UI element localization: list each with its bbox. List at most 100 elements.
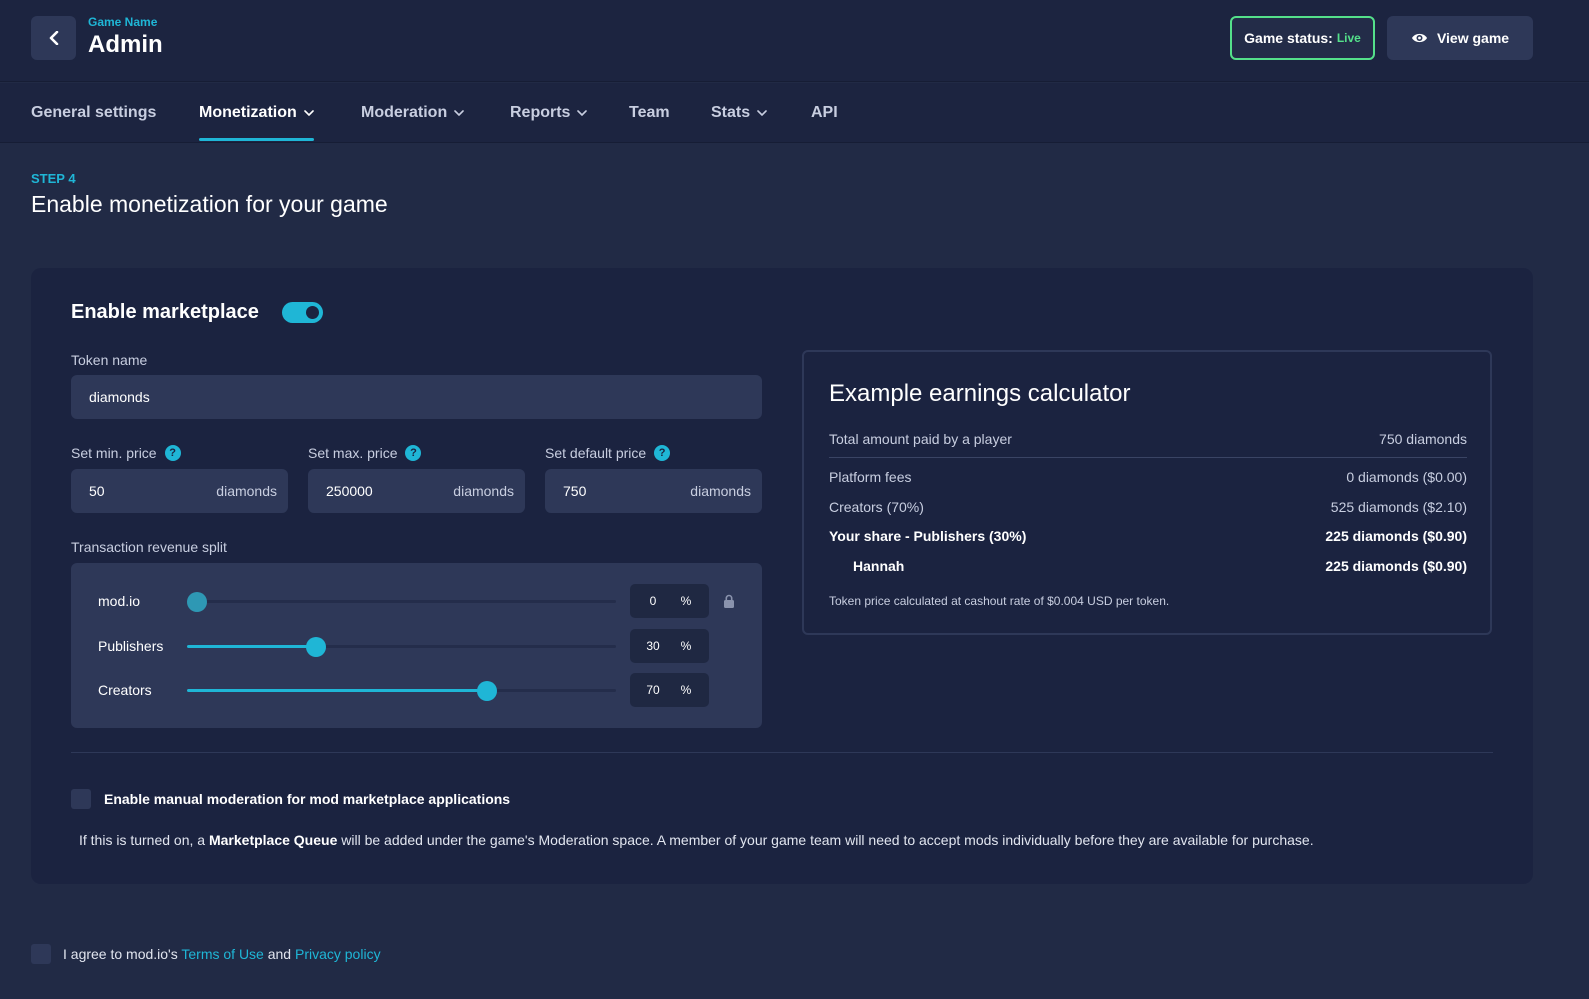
- split-row-modio: mod.io 0 %: [71, 584, 762, 618]
- max-price-unit: diamonds: [453, 483, 514, 499]
- slider-track[interactable]: [187, 592, 616, 612]
- split-name: Creators: [98, 682, 152, 698]
- manual-moderation-label: Enable manual moderation for mod marketp…: [104, 791, 511, 807]
- card-divider: [71, 752, 1493, 753]
- agree-prefix: I agree to mod.io's: [63, 946, 182, 962]
- max-price-label: Set max. price ?: [308, 445, 422, 461]
- min-price-label-text: Set min. price: [71, 445, 157, 461]
- min-price-unit: diamonds: [216, 483, 277, 499]
- toggle-knob: [306, 306, 319, 319]
- game-status-label: Game status:: [1244, 30, 1333, 46]
- token-name-input[interactable]: [89, 389, 689, 405]
- help-icon[interactable]: ?: [654, 445, 671, 461]
- slider-fill: [187, 645, 316, 648]
- calc-row-publishers: Your share - Publishers (30%) 225 diamon…: [829, 528, 1467, 544]
- calc-row-label: Total amount paid by a player: [829, 431, 1012, 447]
- page-title: Admin: [88, 31, 163, 58]
- tab-api[interactable]: API: [811, 83, 838, 143]
- view-game-label: View game: [1436, 30, 1510, 46]
- percent-field[interactable]: 70 %: [630, 673, 709, 707]
- default-price-label-text: Set default price: [545, 445, 647, 461]
- min-price-input[interactable]: [89, 483, 199, 499]
- slider-thumb[interactable]: [187, 592, 207, 612]
- help-icon[interactable]: ?: [405, 445, 422, 461]
- token-name-label: Token name: [71, 352, 147, 368]
- default-price-input[interactable]: [563, 483, 673, 499]
- chevron-down-icon: [454, 110, 465, 116]
- manual-moderation-checkbox[interactable]: [71, 789, 91, 809]
- desc-suffix: will be added under the game's Moderatio…: [337, 832, 1314, 848]
- calc-row-label: Platform fees: [829, 469, 912, 485]
- help-icon[interactable]: ?: [164, 445, 181, 461]
- agreement-text: I agree to mod.io's Terms of Use and Pri…: [63, 946, 381, 962]
- percent-field[interactable]: 0 %: [630, 584, 709, 618]
- tab-stats[interactable]: Stats: [711, 83, 767, 143]
- top-header: Game Name Admin Game status: Live View g…: [0, 0, 1589, 82]
- revenue-split-label-text: Transaction revenue split: [71, 539, 227, 555]
- tab-general-settings[interactable]: General settings: [31, 83, 156, 143]
- calc-row-label: Your share - Publishers (30%): [829, 528, 1027, 544]
- marketplace-title: Enable marketplace: [71, 301, 259, 323]
- calculator-note: Token price calculated at cashout rate o…: [829, 594, 1170, 608]
- calc-row-label: Creators (70%): [829, 499, 924, 515]
- game-name: Game Name: [88, 15, 158, 29]
- slider-track[interactable]: [187, 681, 616, 701]
- step-label: STEP 4: [31, 171, 76, 186]
- desc-bold: Marketplace Queue: [208, 832, 338, 848]
- terms-link[interactable]: Terms of Use: [181, 946, 263, 962]
- percent-field[interactable]: 30 %: [630, 629, 709, 663]
- tab-moderation[interactable]: Moderation: [361, 83, 465, 143]
- tab-label: Reports: [510, 104, 571, 121]
- chevron-down-icon: [577, 110, 588, 116]
- calculator-title: Example earnings calculator: [829, 380, 1131, 407]
- calc-row-hannah: Hannah 225 diamonds ($0.90): [829, 558, 1467, 574]
- calculator-total-row: Total amount paid by a player 750 diamon…: [829, 431, 1467, 447]
- eye-icon: [1411, 33, 1427, 43]
- slider-thumb[interactable]: [305, 637, 326, 657]
- calc-row-value: 225 diamonds ($0.90): [1325, 558, 1467, 574]
- revenue-split-label: Transaction revenue split: [71, 539, 227, 555]
- tab-label: Stats: [711, 104, 751, 121]
- slider-thumb[interactable]: [477, 681, 498, 701]
- percent-value: 0: [649, 594, 657, 608]
- tab-reports[interactable]: Reports: [510, 83, 588, 143]
- default-price-field[interactable]: diamonds: [545, 469, 762, 513]
- privacy-link[interactable]: Privacy policy: [295, 946, 381, 962]
- revenue-split-panel: mod.io 0 % Publishers 30 % Creators 70 %: [71, 563, 762, 728]
- chevron-left-icon: [49, 31, 58, 45]
- back-button[interactable]: [31, 16, 76, 60]
- slider-track[interactable]: [187, 637, 616, 657]
- min-price-label: Set min. price ?: [71, 445, 181, 461]
- default-price-unit: diamonds: [690, 483, 751, 499]
- split-name: Publishers: [98, 638, 164, 654]
- percent-value: 70: [646, 683, 660, 697]
- max-price-input[interactable]: [326, 483, 436, 499]
- earnings-calculator: Example earnings calculator Total amount…: [802, 350, 1492, 635]
- calc-row-creators: Creators (70%) 525 diamonds ($2.10): [829, 499, 1467, 515]
- calc-row-label: Hannah: [853, 558, 905, 574]
- marketplace-toggle[interactable]: [282, 302, 323, 323]
- lock-icon: [724, 594, 734, 608]
- view-game-button[interactable]: View game: [1387, 16, 1533, 60]
- token-name-label-text: Token name: [71, 352, 148, 368]
- percent-sign: %: [680, 683, 692, 697]
- max-price-field[interactable]: diamonds: [308, 469, 525, 513]
- default-price-label: Set default price ?: [545, 445, 671, 461]
- calc-row-value: 0 diamonds ($0.00): [1346, 469, 1467, 485]
- split-row-creators: Creators 70 %: [71, 673, 762, 707]
- calc-row-value: 750 diamonds: [1379, 431, 1467, 447]
- desc-prefix: If this is turned on, a: [79, 832, 209, 848]
- agree-and: and: [263, 946, 295, 962]
- token-name-field[interactable]: [71, 375, 762, 419]
- agree-checkbox[interactable]: [31, 944, 51, 964]
- main-nav: General settings Monetization Moderation…: [0, 83, 1589, 143]
- calc-row-value: 525 diamonds ($2.10): [1330, 499, 1467, 515]
- tab-monetization[interactable]: Monetization: [199, 83, 314, 143]
- tab-team[interactable]: Team: [629, 83, 670, 143]
- tab-label: Team: [629, 104, 670, 121]
- step-title: Enable monetization for your game: [31, 191, 388, 217]
- tab-label: API: [811, 104, 838, 121]
- percent-sign: %: [680, 594, 692, 608]
- min-price-field[interactable]: diamonds: [71, 469, 288, 513]
- game-status-button[interactable]: Game status: Live: [1230, 16, 1375, 60]
